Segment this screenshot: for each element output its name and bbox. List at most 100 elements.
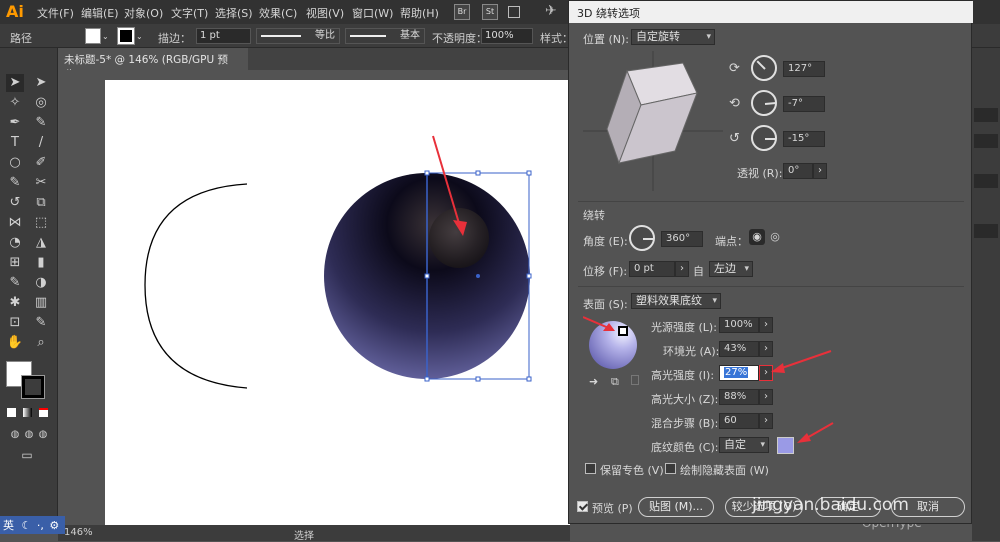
perspective-field[interactable]: 0° [783,163,813,179]
offset-slider-button[interactable]: › [675,261,689,277]
selection-handle[interactable] [424,376,430,382]
map-art-button[interactable]: 贴图 (M)... [638,497,714,517]
paintbrush-tool-icon[interactable]: ✐ [32,154,50,172]
scissors-tool-icon[interactable]: ✂ [32,174,50,192]
zoom-level[interactable]: 146% [64,527,93,538]
shaper-tool-icon[interactable]: ✎ [6,174,24,192]
ime-language[interactable]: 英 [3,519,14,532]
brush-definition-dropdown[interactable]: 基本 [345,28,425,44]
direct-selection-tool-icon[interactable]: ➤ [32,74,50,92]
stroke-color-icon[interactable] [21,375,45,399]
menu-view[interactable]: 视图(V) [306,5,344,21]
light-intensity-field[interactable]: 100% [719,317,759,333]
zoom-tool-icon[interactable]: ⌕ [32,334,50,352]
new-light-icon[interactable]: ⧉ [611,375,619,389]
punctuation-icon[interactable]: ·, [37,519,44,532]
lasso-tool-icon[interactable]: ◎ [32,94,50,112]
y-axis-angle-field[interactable]: -7° [783,96,825,112]
pen-tool-icon[interactable]: ✒ [6,114,24,132]
preserve-spot-checkbox[interactable] [585,463,596,474]
stroke-dropdown-chevron-icon[interactable]: ⌄ [136,32,143,41]
blend-steps-slider-button[interactable]: › [759,413,773,429]
revolve-angle-dial[interactable] [629,225,655,251]
none-mode-icon[interactable] [39,408,48,417]
ambient-light-field[interactable]: 43% [719,341,759,357]
ellipse-tool-icon[interactable]: ○ [6,154,24,172]
shape-builder-tool-icon[interactable]: ◔ [6,234,24,252]
perspective-grid-tool-icon[interactable]: ◮ [32,234,50,252]
selection-tool-icon[interactable]: ➤ [6,74,24,92]
menu-window[interactable]: 窗口(W) [352,5,393,21]
menu-select[interactable]: 选择(S) [215,5,253,21]
bridge-icon[interactable]: Br [454,4,470,20]
symbol-sprayer-tool-icon[interactable]: ✱ [6,294,24,312]
position-dropdown[interactable]: 自定旋转 ▾ [631,29,715,45]
shading-color-dropdown[interactable]: 自定 ▾ [719,437,769,453]
highlight-size-slider-button[interactable]: › [759,389,773,405]
panel-field[interactable] [974,134,998,148]
free-transform-tool-icon[interactable]: ⬚ [32,214,50,232]
rotation-cube-preview[interactable] [583,51,723,191]
mesh-tool-icon[interactable]: ⊞ [6,254,24,272]
opacity-field[interactable]: 100% [481,28,533,44]
selection-handle[interactable] [526,376,532,382]
light-intensity-slider-button[interactable]: › [759,317,773,333]
menu-file[interactable]: 文件(F) [37,5,74,21]
revolve-profile-arc[interactable] [144,183,248,389]
x-axis-angle-field[interactable]: 127° [783,61,825,77]
z-axis-angle-field[interactable]: -15° [783,131,825,147]
width-tool-icon[interactable]: ⋈ [6,214,24,232]
menu-edit[interactable]: 编辑(E) [81,5,119,21]
surface-dropdown[interactable]: 塑料效果底纹 ▾ [631,293,721,309]
delete-light-icon[interactable] [631,375,639,385]
from-edge-dropdown[interactable]: 左边 ▾ [709,261,753,277]
menu-help[interactable]: 帮助(H) [400,5,439,21]
selection-handle[interactable] [475,376,481,382]
hand-tool-icon[interactable]: ✋ [6,334,24,352]
settings-icon[interactable]: ⚙ [49,519,59,532]
draw-inside-icon[interactable]: ◍ [34,426,52,444]
draw-hidden-faces-checkbox[interactable] [665,463,676,474]
offset-field[interactable]: 0 pt [629,261,675,277]
highlight-size-field[interactable]: 88% [719,389,759,405]
z-axis-dial[interactable] [751,125,777,151]
artboard-tool-icon[interactable]: ⊡ [6,314,24,332]
panel-field[interactable] [974,108,998,122]
artwork[interactable] [105,80,570,525]
selection-handle[interactable] [526,273,532,279]
x-axis-dial[interactable] [751,55,777,81]
gradient-mode-icon[interactable] [23,408,32,417]
column-graph-tool-icon[interactable]: ▥ [32,294,50,312]
menu-effect[interactable]: 效果(C) [259,5,297,21]
blend-steps-field[interactable]: 60 [719,413,759,429]
magic-wand-tool-icon[interactable]: ✧ [6,94,24,112]
slice-tool-icon[interactable]: ✎ [32,314,50,332]
shading-color-swatch[interactable] [777,437,794,454]
rotate-tool-icon[interactable]: ↺ [6,194,24,212]
selection-handle[interactable] [424,170,430,176]
y-axis-dial[interactable] [751,90,777,116]
preview-checkbox[interactable] [577,501,588,512]
gradient-tool-icon[interactable]: ▮ [32,254,50,272]
move-light-to-back-icon[interactable]: ➜ [589,375,598,388]
menu-object[interactable]: 对象(O) [124,5,163,21]
eyedropper-tool-icon[interactable]: ✎ [6,274,24,292]
scale-tool-icon[interactable]: ⧉ [32,194,50,212]
menu-text[interactable]: 文字(T) [171,5,208,21]
selection-handle[interactable] [424,273,430,279]
moon-icon[interactable]: ☾ [22,519,32,532]
curvature-tool-icon[interactable]: ✎ [32,114,50,132]
perspective-slider-button[interactable]: › [813,163,827,179]
light-source-handle[interactable] [618,326,628,336]
stroke-weight-field[interactable]: 1 pt [196,28,251,44]
lighting-sphere-preview[interactable] [583,313,643,373]
blend-tool-icon[interactable]: ◑ [32,274,50,292]
color-mode-icon[interactable] [7,408,16,417]
stock-icon[interactable]: St [482,4,498,20]
panel-field[interactable] [974,224,998,238]
type-tool-icon[interactable]: T [6,134,24,152]
panel-field[interactable] [974,174,998,188]
highlight-intensity-field[interactable]: 27% [719,365,759,381]
selection-handle[interactable] [475,170,481,176]
screen-mode-icon[interactable]: ▭ [18,446,36,464]
